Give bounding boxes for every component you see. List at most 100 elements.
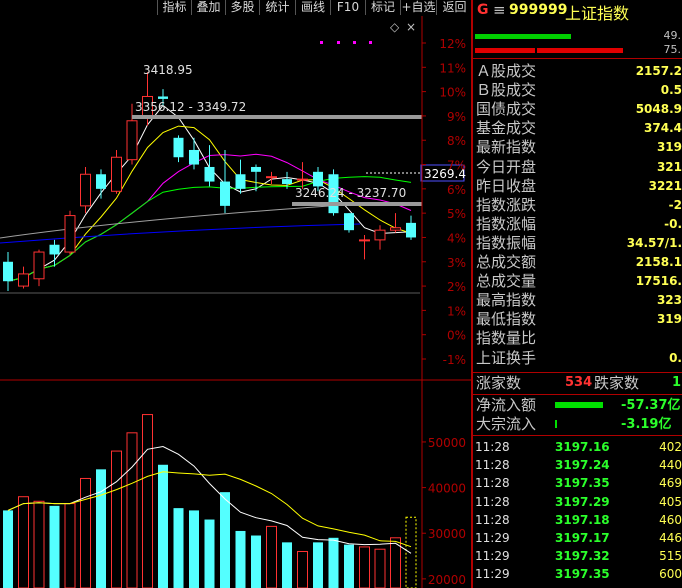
volume-bar-down — [251, 535, 261, 588]
tick-row[interactable]: 11:28 3197.18 460 — [473, 511, 682, 529]
ratio-value-2: 75. — [663, 43, 682, 56]
candle-body-down — [173, 137, 184, 158]
candle-body-down — [158, 96, 168, 99]
candle-body-up — [33, 251, 45, 280]
volume-bar-down — [220, 492, 230, 588]
panel-separator — [471, 0, 473, 588]
quote-row: 基金成交 374.4 — [473, 119, 682, 138]
tick-row[interactable]: 11:28 3197.16 402 — [473, 438, 682, 456]
candle-body-down — [282, 179, 292, 184]
quote-row-label: 指数涨幅 — [476, 214, 537, 233]
quote-row-value: 374.4 — [644, 121, 682, 136]
pct-tick-label: 0% — [447, 329, 466, 343]
tick-row[interactable]: 11:29 3197.32 515 — [473, 547, 682, 565]
tick-row[interactable]: 11:28 3197.29 405 — [473, 493, 682, 511]
candle-body-up — [64, 215, 76, 253]
volume-bar-up — [374, 548, 386, 588]
pct-tick-label: 4% — [447, 231, 466, 245]
chart-canvas[interactable]: 3418.95 3356.12 - 3349.72 3246.24 - 3237.7… — [0, 16, 472, 588]
pct-tick-label: 10% — [439, 86, 466, 100]
quote-row: 最新指数 319 — [473, 138, 682, 157]
volume-bar-down — [96, 469, 106, 588]
quote-row-label: 今日开盘 — [476, 157, 537, 176]
quote-row-value: 17516. — [635, 274, 682, 289]
quote-row: Ａ股成交 2157.2 — [473, 62, 682, 81]
quote-row: 最低指数 319 — [473, 310, 682, 329]
mark-button[interactable]: 标记 — [365, 0, 400, 15]
quote-row: 今日开盘 321 — [473, 158, 682, 177]
tick-row[interactable]: 11:29 3197.35 600 — [473, 565, 682, 583]
candle-body-down — [220, 181, 230, 206]
tick-row[interactable]: 11:29 3197.17 446 — [473, 529, 682, 547]
flow-row-block: 大宗流入 -3.19亿 — [473, 415, 682, 434]
quote-row-value: -0. — [664, 216, 682, 231]
tick-vol: 600 — [659, 567, 682, 582]
tick-row[interactable]: 11:28 3197.24 440 — [473, 456, 682, 474]
range1-label: 3356.12 - 3349.72 — [135, 100, 246, 114]
range2-label: 3246.24 - 3237.70 — [295, 186, 406, 200]
fall-count: 1 — [671, 375, 681, 390]
tick-price: 3197.17 — [555, 531, 610, 545]
group-label: G — [477, 2, 489, 18]
vol-tick-label: 30000 — [428, 527, 466, 541]
panel-divider-1 — [473, 58, 682, 59]
stock-header[interactable]: G ≡ 999999 上证指数 — [473, 0, 682, 23]
block-inflow-value: -3.19亿 — [621, 417, 672, 432]
ratio-bar-red-1 — [475, 48, 535, 53]
volume-bar-up — [359, 546, 370, 588]
tick-price: 3197.35 — [555, 567, 610, 582]
tick-time: 11:29 — [475, 531, 510, 545]
candle-body-up — [126, 120, 138, 161]
pct-tick-label: 12% — [439, 37, 466, 51]
quote-row-label: Ａ股成交 — [476, 62, 537, 80]
volume-bar-down — [235, 530, 246, 588]
multi-stock-button[interactable]: 多股 — [225, 0, 259, 15]
vol-tick-label: 50000 — [428, 436, 466, 450]
stock-name: 上证指数 — [565, 4, 630, 23]
volume-bar-down — [204, 519, 215, 588]
ratio-bar-row-1: 49. — [473, 29, 682, 42]
quote-row: 国债成交 5048.9 — [473, 100, 682, 119]
kline-chart[interactable]: 3418.95 3356.12 - 3349.72 3246.24 - 3237.7… — [0, 16, 472, 588]
quote-row-label: 指数振幅 — [476, 233, 537, 252]
pct-tick-label: -1% — [443, 353, 466, 367]
tick-time: 11:29 — [475, 567, 510, 582]
overlay-button[interactable]: 叠加 — [191, 0, 225, 15]
volume-bar-down — [344, 544, 354, 588]
tick-row[interactable]: 11:28 3197.35 469 — [473, 474, 682, 492]
quote-row: 总成交额 2158.1 — [473, 253, 682, 272]
statistics-button[interactable]: 统计 — [259, 0, 295, 15]
volume-bar-up — [64, 503, 76, 588]
candle-body-up — [297, 178, 308, 181]
volume-bar-down — [173, 508, 184, 588]
tick-time: 11:28 — [475, 476, 510, 491]
volume-bar-up — [80, 477, 91, 588]
draw-line-button[interactable]: 画线 — [295, 0, 330, 15]
quote-row-value: 0.5 — [660, 83, 682, 98]
pct-tick-label: 6% — [447, 183, 466, 197]
tick-vol: 515 — [659, 549, 682, 564]
volume-bar-down — [3, 510, 13, 588]
panel-divider-4 — [473, 435, 682, 436]
candle-body-down — [96, 174, 106, 189]
menu-icon[interactable]: ≡ — [493, 1, 506, 19]
quote-row-value: 2158.1 — [635, 255, 682, 269]
indicator-button[interactable]: 指标 — [157, 0, 191, 15]
ratio-bar-green — [475, 34, 571, 39]
add-watchlist-button[interactable]: +自选 — [400, 0, 436, 15]
quote-row-label: 上证换手 — [476, 348, 537, 367]
net-inflow-bar — [555, 402, 603, 408]
quote-row: 昨日收盘 3221 — [473, 177, 682, 196]
f10-button[interactable]: F10 — [330, 0, 365, 15]
quote-row-value: -2 — [668, 197, 682, 212]
tick-price: 3197.18 — [555, 512, 610, 527]
pct-tick-label: 2% — [447, 280, 466, 294]
tick-vol: 402 — [659, 440, 682, 454]
quote-row: 总成交量 17516. — [473, 272, 682, 291]
ma-line-gray — [0, 203, 361, 239]
candle-body-up — [374, 229, 386, 241]
candle-body-down — [189, 149, 199, 165]
quote-row: Ｂ股成交 0.5 — [473, 81, 682, 100]
candle-body-down — [344, 213, 354, 231]
back-button[interactable]: 返回 — [436, 0, 472, 15]
